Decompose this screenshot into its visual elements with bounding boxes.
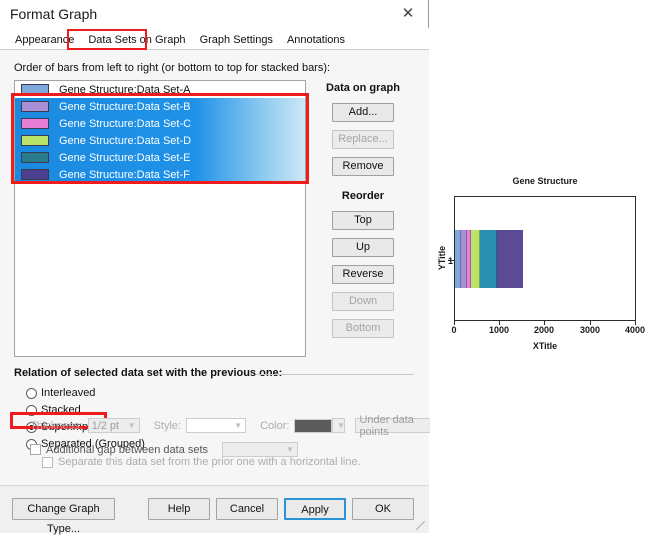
list-item[interactable]: Gene Structure:Data Set-B	[15, 98, 305, 115]
tab-data-sets-on-graph[interactable]: Data Sets on Graph	[81, 31, 193, 50]
checkbox-label: Separate this data set from the prior on…	[58, 456, 361, 468]
list-item-label: Gene Structure:Data Set-C	[59, 117, 192, 130]
y-axis-title: YTitle	[437, 245, 447, 271]
thickness-select: 1/2 pt ▼	[87, 418, 140, 433]
layer-select: Under data points ▼	[355, 414, 440, 438]
radio-icon	[26, 387, 37, 399]
color-dropdown-button: ▼	[332, 418, 346, 433]
replace-button: Replace...	[332, 130, 394, 149]
color-swatch-icon	[21, 101, 49, 112]
chevron-down-icon: ▼	[286, 445, 295, 454]
y-tick-label: 1	[448, 256, 454, 266]
list-item-label: Gene Structure:Data Set-F	[59, 168, 190, 181]
separate-line-checkbox: Separate this data set from the prior on…	[42, 456, 361, 468]
list-item[interactable]: Gene Structure:Data Set-C	[15, 115, 305, 132]
up-button[interactable]: Up	[332, 238, 394, 257]
list-item-label: Gene Structure:Data Set-A	[59, 83, 191, 96]
x-tick-label: 0	[451, 325, 457, 335]
x-tick-label: 2000	[533, 325, 555, 335]
group-divider	[256, 374, 414, 375]
color-swatch-icon	[21, 152, 49, 163]
plot-area	[454, 196, 636, 321]
checkbox-icon	[42, 456, 53, 468]
help-button[interactable]: Help	[148, 498, 210, 520]
x-tick-label: 1000	[488, 325, 510, 335]
tab-appearance[interactable]: Appearance	[8, 31, 82, 50]
radio-label: Interleaved	[41, 387, 96, 399]
apply-button[interactable]: Apply	[284, 498, 346, 520]
additional-gap-label: Additional gap between data sets	[46, 443, 209, 456]
chevron-down-icon: ▼	[234, 421, 243, 430]
gap-select: ▼	[222, 442, 299, 457]
layer-value: Under data points	[359, 413, 414, 438]
x-tick-label: 4000	[624, 325, 646, 335]
radio-interleaved[interactable]: Interleaved	[26, 387, 95, 399]
bar-segment-d	[471, 230, 480, 288]
format-graph-dialog: Format Graph ✕ Appearance Data Sets on G…	[0, 0, 440, 535]
color-swatch-icon	[21, 118, 49, 129]
resize-grip-icon[interactable]	[416, 521, 425, 530]
tab-graph-settings[interactable]: Graph Settings	[192, 31, 280, 50]
color-swatch-icon	[21, 135, 49, 146]
list-item-label: Gene Structure:Data Set-B	[59, 100, 191, 113]
data-sets-listbox[interactable]: Gene Structure:Data Set-A Gene Structure…	[14, 80, 306, 357]
top-button[interactable]: Top	[332, 211, 394, 230]
thickness-value: 1/2 pt	[91, 419, 120, 432]
reorder-heading: Reorder	[341, 190, 385, 202]
list-item-label: Gene Structure:Data Set-E	[59, 151, 191, 164]
style-select: ▼	[186, 418, 247, 433]
style-label: Style:	[153, 419, 182, 432]
tab-annotations[interactable]: Annotations	[279, 31, 353, 50]
thickness-label: Thickness:	[30, 419, 83, 432]
color-chip	[294, 418, 333, 433]
radio-icon	[26, 404, 37, 416]
bar-segment-e	[480, 230, 497, 288]
bar-segment-f	[497, 230, 523, 288]
dialog-footer: Change Graph Type... Help Cancel Apply O…	[0, 485, 429, 535]
graph-preview-panel: Gene Structure 1 YTitle 0 1000 2000 3000…	[430, 0, 660, 532]
color-swatch-icon	[21, 84, 49, 95]
x-tick-label: 3000	[579, 325, 601, 335]
dialog-titlebar: Format Graph ✕	[0, 0, 428, 28]
x-axis-title: XTitle	[532, 341, 558, 351]
list-item[interactable]: Gene Structure:Data Set-F	[15, 166, 305, 183]
color-label: Color:	[260, 419, 290, 432]
reverse-button[interactable]: Reverse	[332, 265, 394, 284]
close-icon[interactable]: ✕	[394, 4, 422, 24]
list-item[interactable]: Gene Structure:Data Set-A	[15, 81, 305, 98]
superimposed-bar	[455, 230, 523, 288]
checkbox-icon	[30, 444, 41, 455]
order-of-bars-label: Order of bars from left to right (or bot…	[14, 62, 331, 74]
list-item[interactable]: Gene Structure:Data Set-D	[15, 132, 305, 149]
add-button[interactable]: Add...	[332, 103, 394, 122]
color-swatch-icon	[21, 169, 49, 180]
data-on-graph-column: Data on graph Add... Replace... Remove R…	[318, 80, 408, 346]
data-on-graph-heading: Data on graph	[326, 82, 400, 94]
dialog-title: Format Graph	[10, 6, 98, 22]
chart-title: Gene Structure	[512, 176, 578, 186]
remove-button[interactable]: Remove	[332, 157, 394, 176]
tab-bar: Appearance Data Sets on Graph Graph Sett…	[0, 28, 429, 50]
change-graph-type-button[interactable]: Change Graph Type...	[12, 498, 115, 535]
color-select: ▼	[294, 418, 346, 433]
radio-stacked[interactable]: Stacked	[26, 404, 81, 416]
ok-button[interactable]: OK	[352, 498, 414, 520]
chevron-down-icon: ▼	[336, 421, 345, 430]
bottom-button: Bottom	[332, 319, 394, 338]
data-sets-pane: Order of bars from left to right (or bot…	[0, 50, 440, 485]
radio-label: Stacked	[41, 404, 81, 416]
list-item[interactable]: Gene Structure:Data Set-E	[15, 149, 305, 166]
cancel-button[interactable]: Cancel	[216, 498, 278, 520]
chevron-down-icon: ▼	[127, 421, 136, 430]
relation-legend: Relation of selected data set with the p…	[14, 367, 289, 379]
list-item-label: Gene Structure:Data Set-D	[59, 134, 192, 147]
down-button: Down	[332, 292, 394, 311]
